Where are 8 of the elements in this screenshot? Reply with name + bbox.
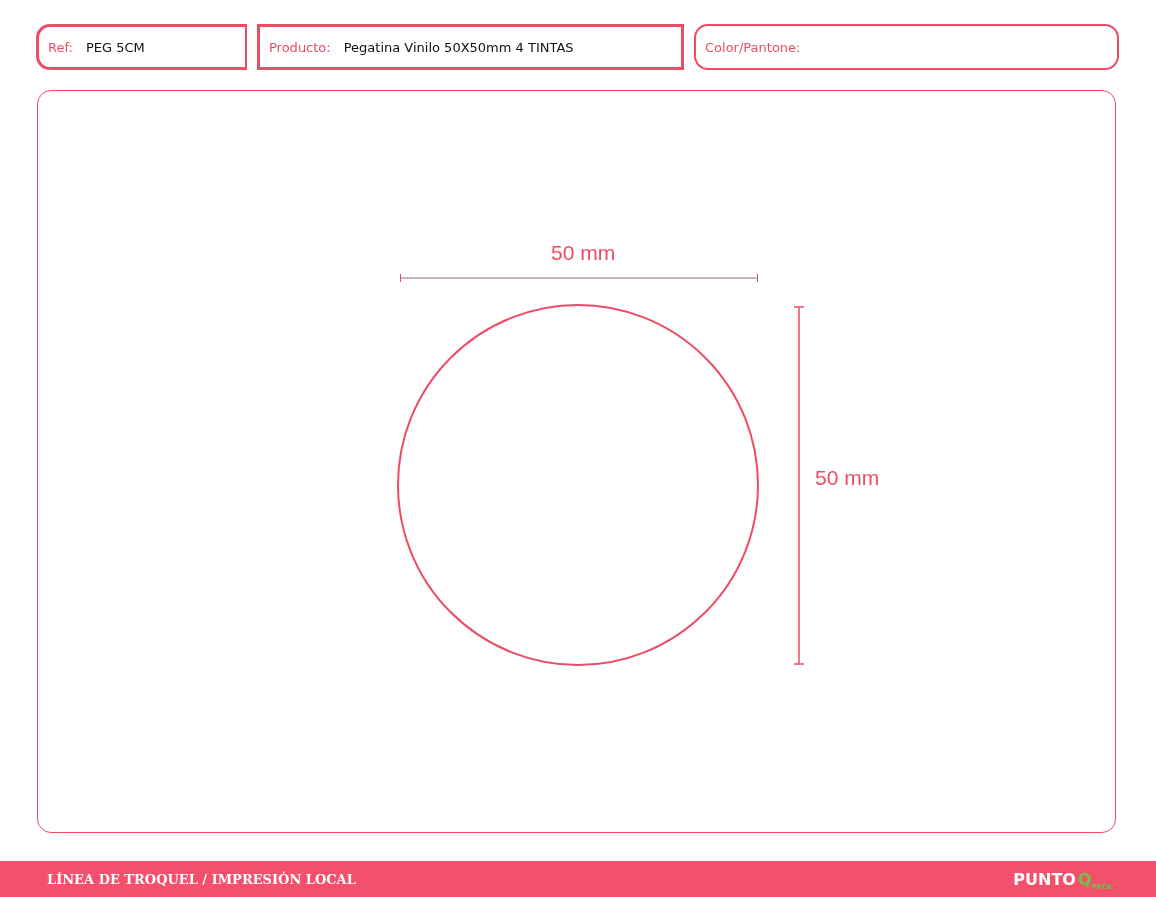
field-label: Ref: [48,39,73,55]
footer-title: LÍNEA DE TROQUEL / IMPRESIÓN LOCAL [47,871,356,887]
field-label: Color/Pantone: [705,39,801,55]
width-label: 50 mm [551,241,616,265]
height-label: 50 mm [815,466,880,490]
field-label: Producto: [269,39,331,55]
field-value: PEG 5CM [85,39,145,55]
field-value: Pegatina Vinilo 50X50mm 4 TINTAS [343,39,574,55]
